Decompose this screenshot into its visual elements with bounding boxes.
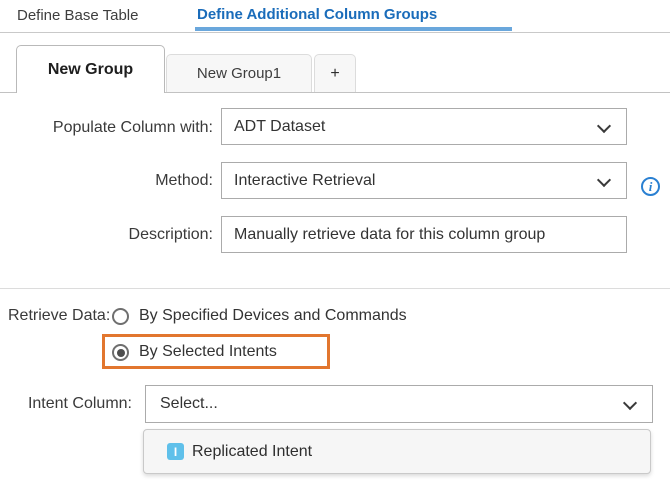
method-select[interactable]: Interactive Retrieval (221, 162, 627, 199)
group-tab-new-group1[interactable]: New Group1 (166, 54, 312, 92)
description-label: Description: (0, 226, 213, 244)
method-value: Interactive Retrieval (234, 172, 375, 190)
populate-column-select[interactable]: ADT Dataset (221, 108, 627, 145)
info-icon[interactable]: i (641, 177, 660, 196)
radio-by-devices[interactable] (112, 308, 129, 325)
radio-by-intents[interactable] (112, 344, 129, 361)
column-groups-dialog: Define Base Table Define Additional Colu… (0, 0, 670, 488)
add-group-tab-button[interactable]: + (314, 54, 356, 92)
intent-column-select[interactable]: Select... (145, 385, 653, 423)
dropdown-item-replicated-intent[interactable]: I Replicated Intent (144, 430, 650, 473)
wizard-tabs-divider (0, 32, 670, 33)
radio-by-intents-label[interactable]: By Selected Intents (139, 343, 277, 361)
intent-column-label: Intent Column: (0, 395, 132, 413)
description-field-wrap (221, 216, 627, 253)
section-divider (0, 288, 670, 289)
tab-define-additional-column-groups[interactable]: Define Additional Column Groups (197, 6, 437, 23)
intent-icon: I (167, 443, 184, 460)
active-tab-underline (195, 27, 512, 31)
intent-column-value: Select... (160, 395, 218, 413)
populate-column-label: Populate Column with: (0, 119, 213, 137)
populate-column-value: ADT Dataset (234, 118, 325, 136)
tab-define-base-table[interactable]: Define Base Table (17, 7, 138, 24)
description-input[interactable] (234, 226, 604, 244)
retrieve-data-label: Retrieve Data: (8, 307, 110, 325)
chevron-down-icon (623, 396, 637, 410)
dropdown-item-label: Replicated Intent (192, 443, 312, 461)
chevron-down-icon (597, 173, 611, 187)
method-label: Method: (0, 172, 213, 190)
chevron-down-icon (597, 119, 611, 133)
group-tab-new-group[interactable]: New Group (16, 45, 165, 93)
radio-by-devices-label[interactable]: By Specified Devices and Commands (139, 307, 407, 325)
intent-dropdown-menu: I Replicated Intent (143, 429, 651, 474)
